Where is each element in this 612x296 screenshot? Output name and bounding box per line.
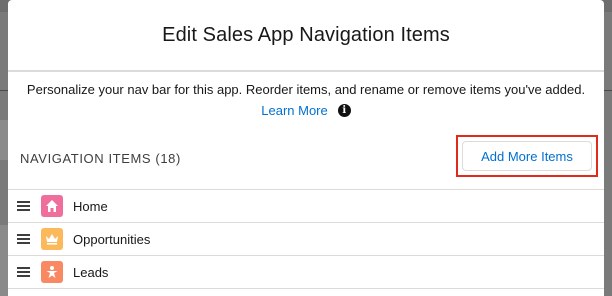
add-more-items-button[interactable]: Add More Items — [462, 141, 592, 171]
list-item-partial — [8, 289, 604, 296]
list-item[interactable]: Home — [8, 190, 604, 223]
info-icon[interactable]: i — [337, 104, 351, 117]
description-text: Personalize your nav bar for this app. R… — [26, 82, 586, 97]
edit-navigation-modal: Edit Sales App Navigation Items Personal… — [8, 0, 604, 296]
learn-more-link[interactable]: Learn More — [261, 100, 327, 121]
list-item[interactable]: Opportunities — [8, 223, 604, 256]
description-links: Learn More i — [8, 100, 604, 121]
list-item-label: Opportunities — [73, 231, 151, 247]
home-icon — [41, 195, 63, 217]
modal-title: Edit Sales App Navigation Items — [162, 23, 450, 46]
modal-header: Edit Sales App Navigation Items — [8, 0, 604, 72]
list-item-label: Leads — [73, 264, 109, 280]
background-divider — [604, 90, 612, 91]
drag-handle-icon[interactable] — [17, 234, 30, 244]
crown-icon — [41, 228, 63, 250]
drag-handle-icon[interactable] — [17, 201, 30, 211]
navigation-items-header: NAVIGATION ITEMS (18) Add More Items — [8, 135, 604, 181]
navigation-items-count: NAVIGATION ITEMS (18) — [20, 151, 181, 166]
drag-handle-icon[interactable] — [17, 267, 30, 277]
list-item-label: Home — [73, 198, 108, 214]
list-item[interactable]: Leads — [8, 256, 604, 289]
background-divider — [0, 90, 8, 91]
person-star-icon — [41, 261, 63, 283]
modal-body: Personalize your nav bar for this app. R… — [8, 79, 604, 289]
modal-description: Personalize your nav bar for this app. R… — [8, 79, 604, 121]
navigation-items-list: Home Opportunities Leads — [8, 189, 604, 296]
